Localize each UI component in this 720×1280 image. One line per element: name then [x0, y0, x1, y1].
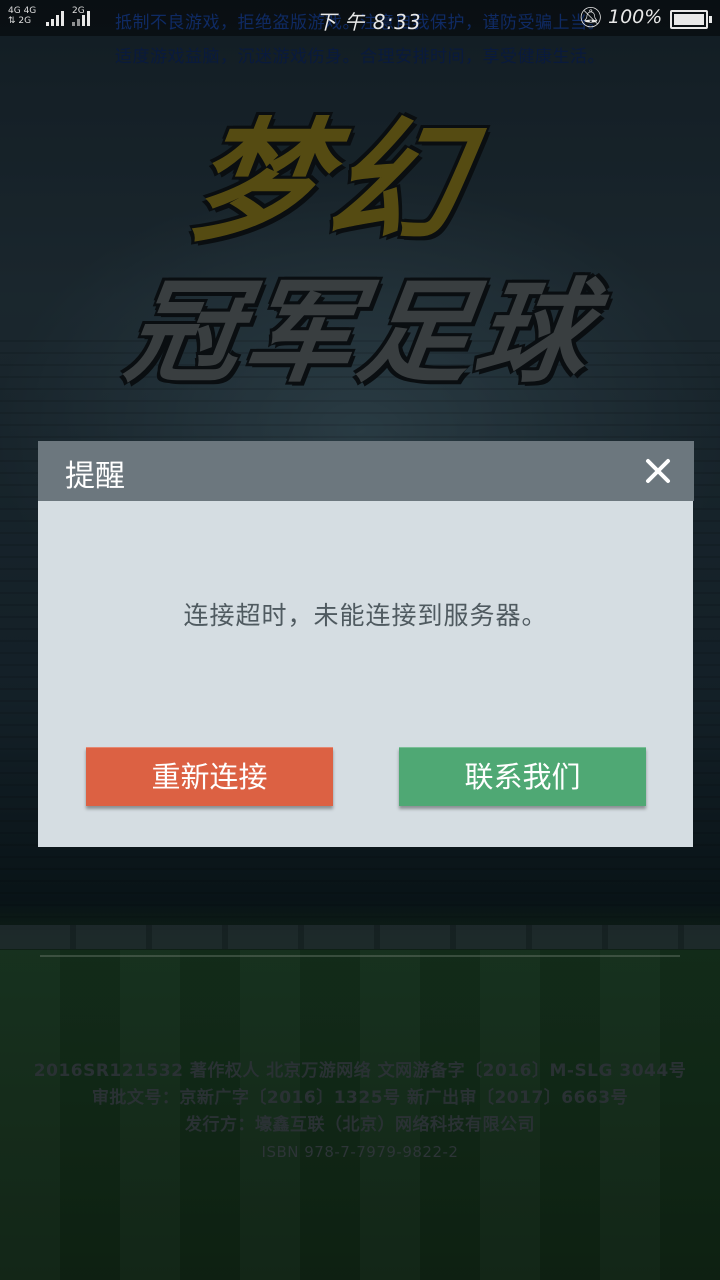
dialog-title: 提醒: [65, 459, 125, 494]
battery-percent: 100%: [608, 6, 663, 28]
signal-icon: [46, 10, 64, 26]
close-icon: [646, 459, 670, 483]
signal-icon-2: [72, 10, 90, 26]
status-bar: 抵制不良游戏，拒绝盗版游戏。注意自我保护，谨防受骗上当。 4G 4G ⇅ 2G …: [0, 0, 720, 36]
dialog-message: 连接超时，未能连接到服务器。: [183, 601, 548, 630]
dialog-body: 连接超时，未能连接到服务器。 重新连接 联系我们: [38, 501, 693, 847]
dialog-header: 提醒: [38, 441, 694, 501]
close-button[interactable]: [636, 449, 680, 493]
contact-us-button[interactable]: 联系我们: [399, 747, 646, 806]
clock: 下 午 8:33: [316, 10, 422, 34]
reconnect-button[interactable]: 重新连接: [86, 747, 333, 806]
bell-off-icon: 🔕︎: [578, 5, 604, 29]
battery-icon: [670, 10, 712, 29]
reminder-dialog: 提醒 连接超时，未能连接到服务器。 重新连接 联系我们: [38, 441, 694, 847]
network-type-label: 4G 4G ⇅ 2G: [8, 6, 37, 26]
